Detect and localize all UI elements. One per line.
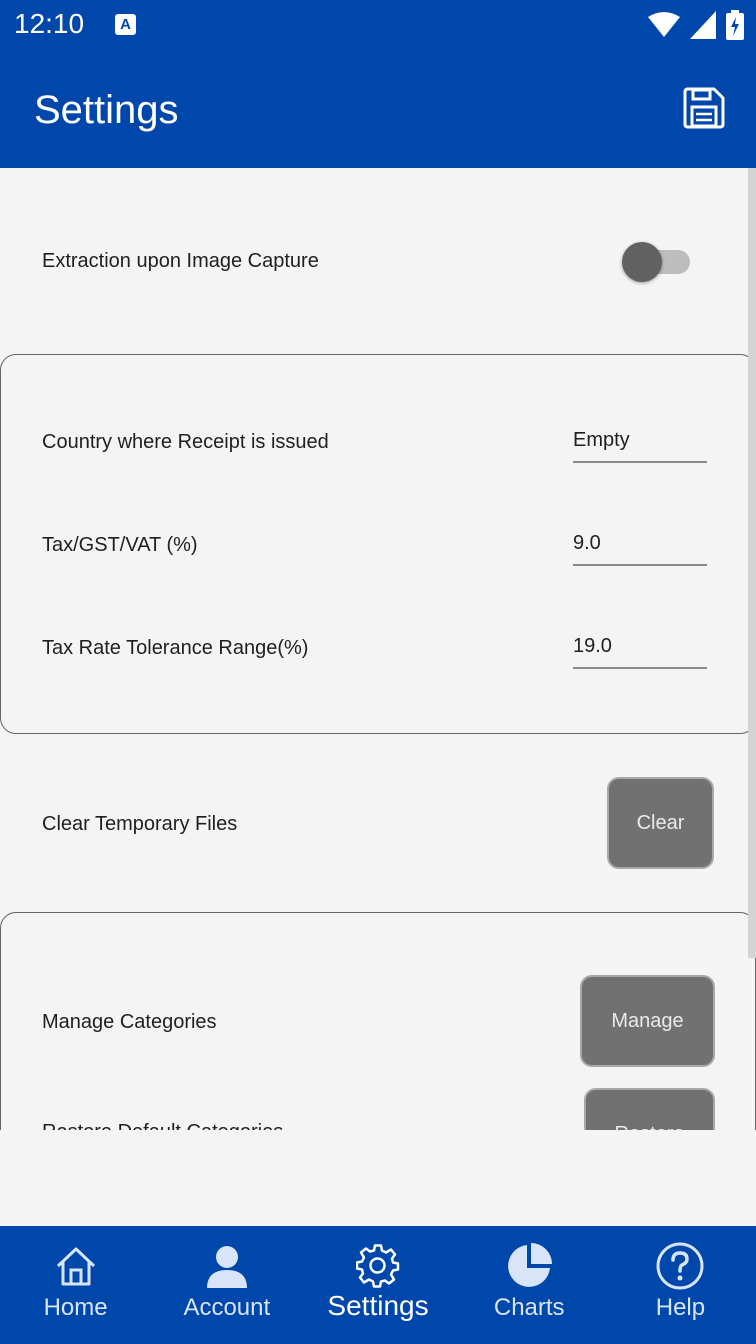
home-icon bbox=[52, 1242, 100, 1290]
pie-chart-icon bbox=[505, 1242, 553, 1290]
manage-button[interactable]: Manage bbox=[580, 975, 715, 1067]
nav-charts-label: Charts bbox=[493, 1294, 565, 1321]
nav-home[interactable]: Home bbox=[0, 1226, 151, 1344]
categories-group: Manage Categories Manage Restore Default… bbox=[0, 912, 756, 1130]
tax-field[interactable]: 9.0 bbox=[573, 526, 707, 566]
status-time: 12:10 bbox=[14, 8, 85, 39]
status-bar: 12:10 A bbox=[0, 0, 756, 52]
clear-button[interactable]: Clear bbox=[607, 777, 714, 869]
extraction-label: Extraction upon Image Capture bbox=[42, 250, 319, 272]
extraction-toggle[interactable] bbox=[622, 242, 692, 282]
manage-categories-label: Manage Categories bbox=[42, 1011, 217, 1033]
country-label: Country where Receipt is issued bbox=[42, 431, 329, 453]
tax-label: Tax/GST/VAT (%) bbox=[42, 534, 198, 556]
signal-icon bbox=[690, 11, 716, 39]
scrollbar[interactable] bbox=[748, 168, 756, 958]
bottom-navigation: Home Account Settings Charts Help bbox=[0, 1226, 756, 1344]
nav-charts[interactable]: Charts bbox=[454, 1226, 605, 1344]
nav-home-label: Home bbox=[43, 1294, 108, 1321]
status-icons bbox=[648, 10, 744, 40]
restore-categories-label: Restore Default Categories bbox=[42, 1121, 283, 1130]
nav-settings[interactable]: Settings bbox=[302, 1226, 453, 1344]
settings-gear-icon bbox=[354, 1242, 402, 1290]
nav-help-label: Help bbox=[655, 1294, 706, 1321]
restore-button[interactable]: Restore bbox=[584, 1088, 715, 1130]
country-field[interactable]: Empty bbox=[573, 423, 707, 463]
tax-settings-group: Country where Receipt is issued Empty Ta… bbox=[0, 354, 756, 734]
nav-help[interactable]: Help bbox=[605, 1226, 756, 1344]
nav-account-label: Account bbox=[183, 1294, 271, 1321]
battery-icon bbox=[726, 10, 744, 40]
app-bar: Settings bbox=[0, 52, 756, 168]
clear-files-label: Clear Temporary Files bbox=[42, 813, 238, 835]
help-icon bbox=[656, 1242, 704, 1290]
nav-settings-label: Settings bbox=[327, 1290, 429, 1321]
settings-content[interactable]: Extraction upon Image Capture Country wh… bbox=[0, 168, 756, 1130]
nav-account[interactable]: Account bbox=[151, 1226, 302, 1344]
page-title: Settings bbox=[34, 88, 179, 132]
account-icon bbox=[203, 1242, 251, 1290]
notification-icon: A bbox=[115, 14, 136, 35]
tolerance-label: Tax Rate Tolerance Range(%) bbox=[42, 637, 309, 659]
tolerance-field[interactable]: 19.0 bbox=[573, 629, 707, 669]
save-icon bbox=[683, 87, 725, 129]
wifi-icon bbox=[648, 12, 680, 37]
save-button[interactable] bbox=[682, 86, 726, 130]
toggle-knob bbox=[622, 242, 662, 282]
